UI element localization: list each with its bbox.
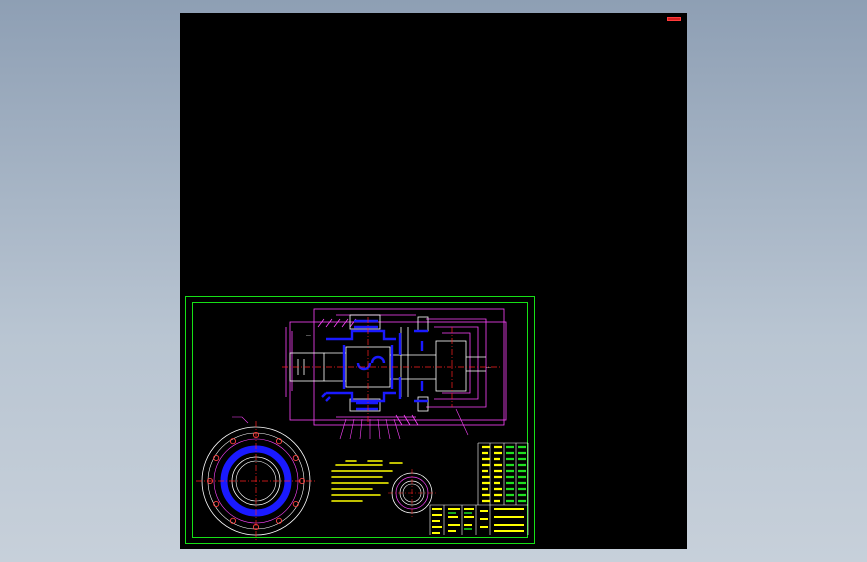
svg-text:——: —— [486,365,491,370]
parts-list-table [429,442,529,535]
svg-text:——: —— [306,333,311,338]
bearing-detail-view [388,469,436,517]
close-icon[interactable] [667,17,681,21]
assembly-section-view: —— —— [282,308,507,440]
cad-drawing: —— —— [196,308,529,541]
flange-end-view [196,416,316,541]
cad-viewport[interactable]: —— —— [180,13,687,549]
drawing-sheet-frame: —— —— [185,296,535,544]
technical-notes [331,460,403,502]
